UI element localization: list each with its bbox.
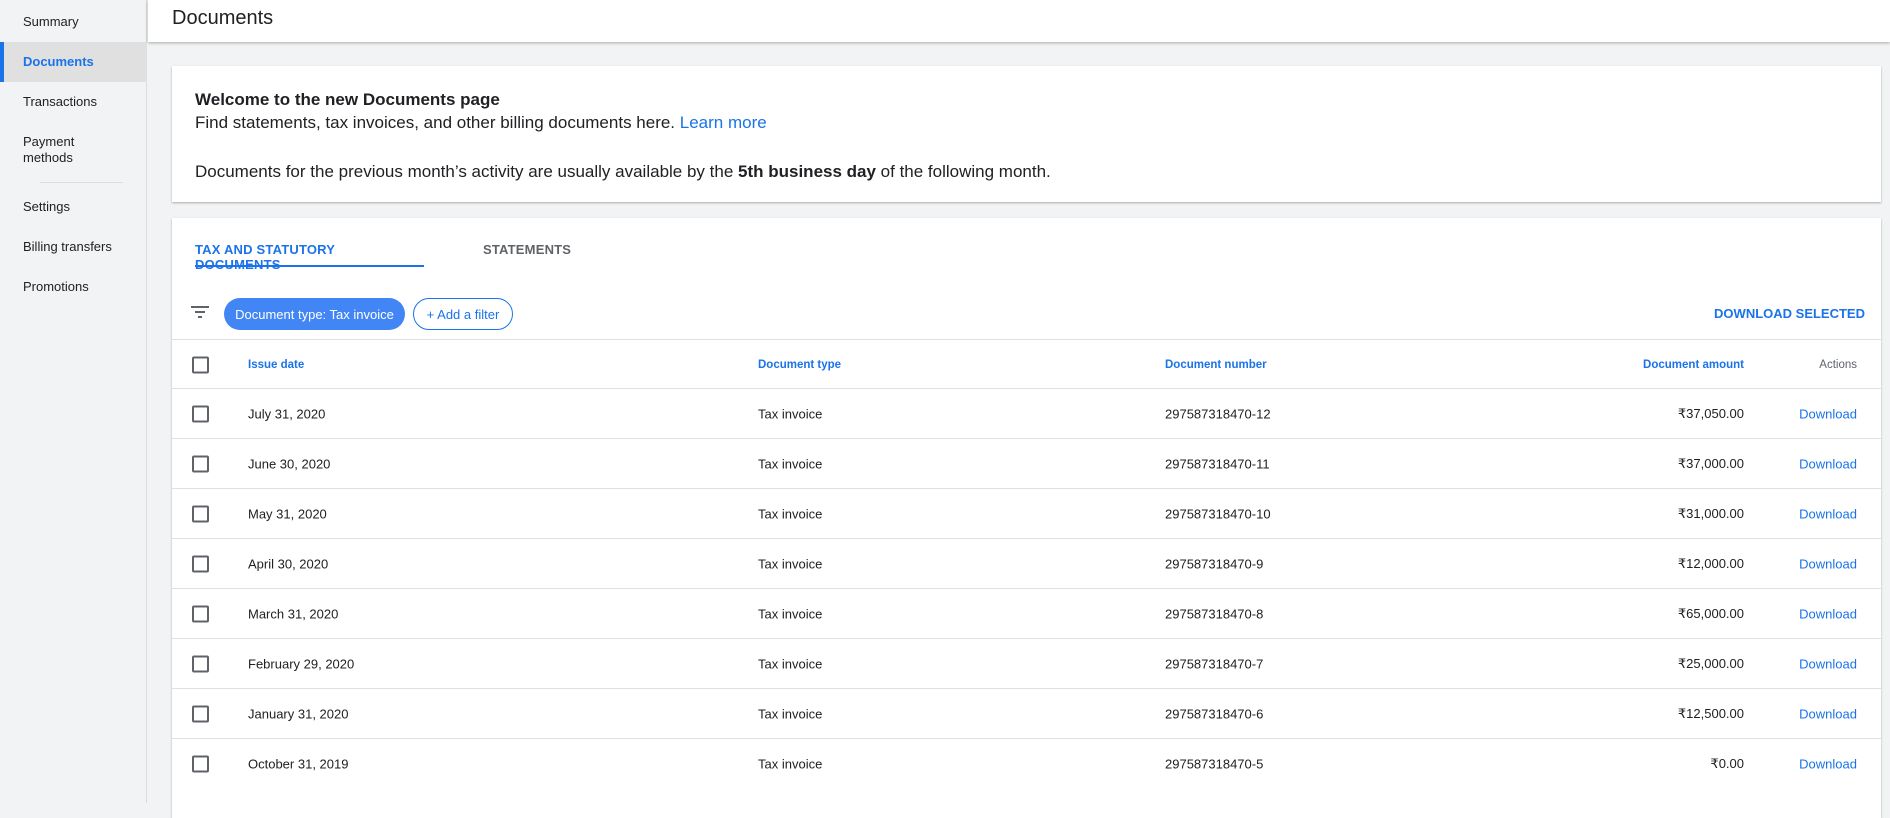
page-header: Documents [148, 0, 1890, 42]
download-selected-button[interactable]: DOWNLOAD SELECTED [1714, 306, 1865, 321]
sidebar-item-documents[interactable]: Documents [0, 42, 147, 82]
availability-note: Documents for the previous month’s activ… [195, 162, 1051, 182]
note-text: Documents for the previous month’s activ… [195, 162, 739, 181]
sidebar-divider [40, 182, 123, 183]
issue-date: April 30, 2020 [248, 556, 329, 571]
issue-date: March 31, 2020 [248, 606, 339, 621]
document-type: Tax invoice [758, 556, 823, 571]
document-amount: ₹25,000.00 [1677, 655, 1744, 671]
sidebar-item-transactions[interactable]: Transactions [0, 94, 147, 110]
sidebar-item-billing-transfers[interactable]: Billing transfers [0, 239, 147, 255]
table-row: July 31, 2020 Tax invoice 297587318470-1… [172, 388, 1881, 438]
filter-icon[interactable] [191, 305, 209, 319]
document-number: 297587318470-6 [1165, 706, 1264, 721]
sidebar-item-summary[interactable]: Summary [0, 14, 147, 30]
document-type: Tax invoice [758, 756, 823, 771]
issue-date: October 31, 2019 [248, 756, 349, 771]
document-amount: ₹12,000.00 [1677, 555, 1744, 571]
document-type: Tax invoice [758, 406, 823, 421]
sidebar-item-payment-methods[interactable]: Payment methods [0, 134, 110, 166]
sidebar: Summary Documents Transactions Payment m… [0, 0, 147, 803]
document-type: Tax invoice [758, 506, 823, 521]
row-checkbox[interactable] [192, 755, 209, 772]
row-checkbox[interactable] [192, 405, 209, 422]
document-amount: ₹65,000.00 [1677, 605, 1744, 621]
document-number: 297587318470-8 [1165, 606, 1264, 621]
issue-date: June 30, 2020 [248, 456, 331, 471]
document-number: 297587318470-5 [1165, 756, 1264, 771]
document-number: 297587318470-10 [1165, 506, 1271, 521]
table-row: April 30, 2020 Tax invoice 297587318470-… [172, 538, 1881, 588]
header-document-type[interactable]: Document type [758, 359, 841, 371]
tab-statements[interactable]: STATEMENTS [483, 242, 571, 267]
learn-more-link[interactable]: Learn more [680, 113, 767, 132]
row-checkbox[interactable] [192, 655, 209, 672]
document-number: 297587318470-12 [1165, 406, 1271, 421]
sidebar-item-promotions[interactable]: Promotions [0, 279, 147, 295]
document-type: Tax invoice [758, 706, 823, 721]
row-checkbox[interactable] [192, 705, 209, 722]
document-amount: ₹0.00 [1710, 755, 1744, 771]
document-number: 297587318470-9 [1165, 556, 1264, 571]
note-bold: 5th business day [738, 162, 876, 181]
table-header: Issue date Document type Document number… [172, 339, 1881, 389]
welcome-title: Welcome to the new Documents page [195, 90, 500, 109]
download-link[interactable]: Download [1799, 706, 1857, 721]
document-type-filter-chip[interactable]: Document type: Tax invoice [224, 298, 405, 330]
document-amount: ₹37,050.00 [1677, 405, 1744, 421]
header-actions: Actions [1819, 358, 1857, 371]
sidebar-item-settings[interactable]: Settings [0, 199, 147, 215]
table-row: May 31, 2020 Tax invoice 297587318470-10… [172, 488, 1881, 538]
document-number: 297587318470-7 [1165, 656, 1264, 671]
row-checkbox[interactable] [192, 505, 209, 522]
issue-date: February 29, 2020 [248, 656, 355, 671]
download-link[interactable]: Download [1799, 456, 1857, 471]
document-amount: ₹12,500.00 [1677, 705, 1744, 721]
header-document-amount[interactable]: Document amount [1643, 359, 1744, 371]
row-checkbox[interactable] [192, 455, 209, 472]
header-issue-date[interactable]: Issue date [248, 359, 304, 371]
welcome-text: Find statements, tax invoices, and other… [195, 113, 767, 133]
header-document-number[interactable]: Document number [1165, 359, 1267, 371]
document-type: Tax invoice [758, 606, 823, 621]
issue-date: July 31, 2020 [248, 406, 326, 421]
row-checkbox[interactable] [192, 605, 209, 622]
download-link[interactable]: Download [1799, 756, 1857, 771]
download-link[interactable]: Download [1799, 406, 1857, 421]
add-filter-button[interactable]: + Add a filter [413, 298, 513, 330]
documents-card: TAX AND STATUTORY DOCUMENTS STATEMENTS D… [172, 218, 1881, 818]
download-link[interactable]: Download [1799, 506, 1857, 521]
download-link[interactable]: Download [1799, 606, 1857, 621]
document-amount: ₹37,000.00 [1677, 455, 1744, 471]
download-link[interactable]: Download [1799, 656, 1857, 671]
welcome-description: Find statements, tax invoices, and other… [195, 113, 680, 132]
select-all-checkbox[interactable] [192, 356, 209, 373]
table-row: March 31, 2020 Tax invoice 297587318470-… [172, 588, 1881, 638]
row-checkbox[interactable] [192, 555, 209, 572]
table-row: January 31, 2020 Tax invoice 29758731847… [172, 688, 1881, 738]
document-amount: ₹31,000.00 [1677, 505, 1744, 521]
document-number: 297587318470-11 [1165, 456, 1270, 471]
tab-tax-statutory-documents[interactable]: TAX AND STATUTORY DOCUMENTS [195, 242, 424, 272]
document-type: Tax invoice [758, 656, 823, 671]
document-type: Tax invoice [758, 456, 823, 471]
issue-date: May 31, 2020 [248, 506, 327, 521]
table-row: October 31, 2019 Tax invoice 29758731847… [172, 738, 1881, 788]
page-title: Documents [172, 7, 274, 29]
table-row: February 29, 2020 Tax invoice 2975873184… [172, 638, 1881, 688]
issue-date: January 31, 2020 [248, 706, 349, 721]
download-link[interactable]: Download [1799, 556, 1857, 571]
welcome-banner: Welcome to the new Documents page Find s… [172, 66, 1881, 202]
note-text-end: of the following month. [875, 162, 1051, 181]
table-row: June 30, 2020 Tax invoice 297587318470-1… [172, 438, 1881, 488]
